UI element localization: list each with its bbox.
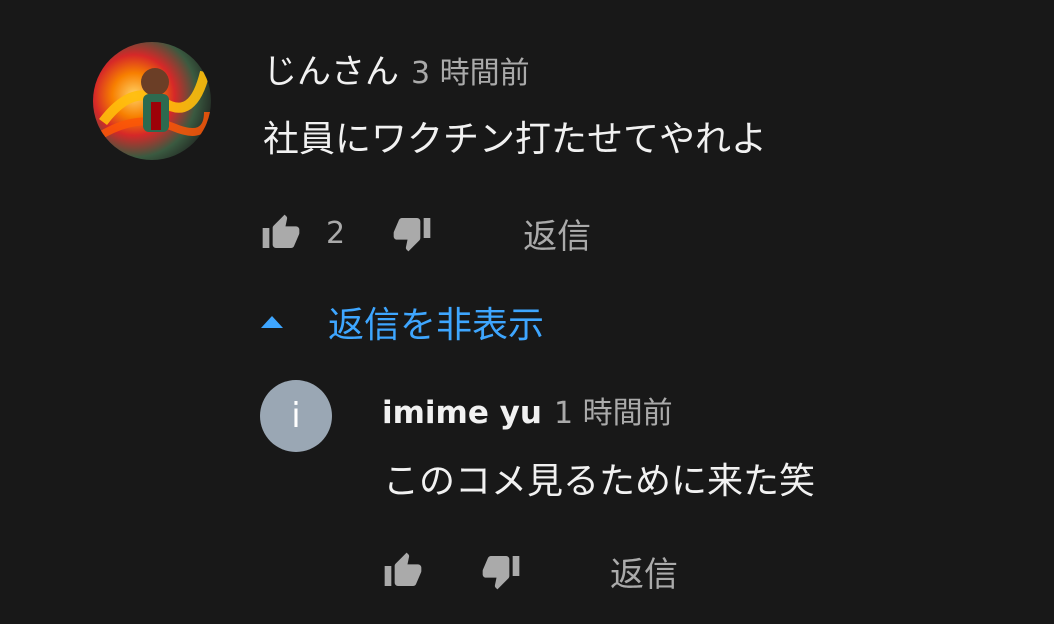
- reply-author-name[interactable]: imime yu: [382, 395, 542, 431]
- thumbs-down-icon: [393, 218, 431, 252]
- author-name[interactable]: じんさん: [263, 44, 399, 93]
- dislike-button[interactable]: [389, 210, 435, 256]
- reply-dislike-button[interactable]: [478, 548, 524, 594]
- thumbs-down-icon: [482, 556, 520, 590]
- reply-author-avatar[interactable]: i: [260, 380, 332, 452]
- comment-body: 社員にワクチン打たせてやれよ: [263, 119, 768, 160]
- like-count: 2: [326, 215, 346, 251]
- reply-timestamp[interactable]: 1 時間前: [554, 388, 673, 432]
- like-button[interactable]: [258, 210, 304, 256]
- reply-like-button[interactable]: [380, 548, 426, 594]
- avatar-letter: i: [291, 396, 301, 436]
- reply-reply-button[interactable]: 返信: [610, 547, 678, 596]
- reply-header: imime yu 1 時間前: [382, 388, 673, 432]
- thumbs-up-icon: [262, 214, 300, 248]
- caret-up-icon: [261, 316, 283, 328]
- reply-button[interactable]: 返信: [523, 209, 591, 258]
- avatar-art-icon: [95, 68, 211, 141]
- hide-replies-label: 返信を非表示: [328, 305, 545, 346]
- thumbs-up-icon: [384, 552, 422, 586]
- comment-actions: 2 返信: [258, 208, 591, 258]
- comment-timestamp[interactable]: 3 時間前: [411, 48, 530, 92]
- reply-body: このコメ見るために来た笑: [383, 461, 816, 502]
- hide-replies-toggle[interactable]: 返信を非表示: [258, 296, 544, 348]
- comment-thread: じんさん 3 時間前 社員にワクチン打たせてやれよ 2 返信 返信を非表示 i …: [0, 0, 1054, 624]
- comment-header: じんさん 3 時間前: [263, 44, 530, 93]
- reply-actions: 返信: [380, 546, 678, 596]
- author-avatar[interactable]: [93, 42, 211, 160]
